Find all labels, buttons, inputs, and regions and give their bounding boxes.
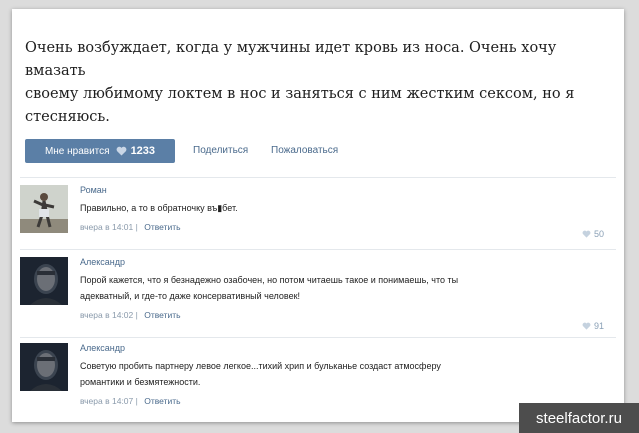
comment-meta: вчера в 14:02 | Ответить — [80, 310, 600, 321]
comment-text-line: адекватный, и где-то даже консервативный… — [80, 291, 301, 301]
heart-icon — [582, 230, 591, 238]
comment-item: Роман Правильно, а то в обратночку въ▮бе… — [20, 185, 616, 243]
comment-body: Александр Порой кажется, что я безнадежн… — [80, 257, 600, 321]
avatar[interactable] — [20, 343, 68, 391]
divider — [20, 249, 616, 250]
reply-link[interactable]: Ответить — [144, 222, 180, 232]
reply-link[interactable]: Ответить — [144, 310, 180, 320]
post-card: Очень возбуждает, когда у мужчины идет к… — [12, 9, 624, 422]
like-count: 1233 — [130, 145, 156, 157]
comment-text-line: Советую пробить партнеру левое легкое...… — [80, 361, 441, 371]
like-button[interactable]: Мне нравится 1233 — [25, 139, 175, 163]
post-actions: Мне нравится 1233 Поделиться Пожаловатьс… — [25, 139, 615, 163]
comment-author[interactable]: Александр — [80, 343, 600, 354]
comment-body: Александр Советую пробить партнеру левое… — [80, 343, 600, 407]
separator: | — [135, 222, 138, 232]
comment-author[interactable]: Роман — [80, 185, 600, 196]
comment-meta: вчера в 14:01 | Ответить — [80, 222, 600, 233]
post-text: Очень возбуждает, когда у мужчины идет к… — [25, 37, 615, 129]
reply-link[interactable]: Ответить — [144, 396, 180, 406]
post-text-line: стесняюсь. — [25, 109, 110, 125]
comment-like-count: 91 — [593, 321, 604, 331]
comment-time[interactable]: вчера в 14:07 — [80, 396, 133, 406]
share-link[interactable]: Поделиться — [193, 145, 248, 156]
report-link[interactable]: Пожаловаться — [271, 145, 338, 156]
comment-like-button[interactable]: 91 — [582, 321, 604, 331]
post-text-line: Очень возбуждает, когда у мужчины идет к… — [25, 40, 557, 79]
heart-icon — [582, 322, 591, 330]
comment-text-line: Порой кажется, что я безнадежно озабочен… — [80, 275, 459, 285]
divider — [20, 177, 616, 178]
comment-time[interactable]: вчера в 14:01 — [80, 222, 133, 232]
comment-text: Советую пробить партнеру левое легкое...… — [80, 358, 600, 390]
comment-like-button[interactable]: 50 — [582, 229, 604, 239]
comment-body: Роман Правильно, а то в обратночку въ▮бе… — [80, 185, 600, 233]
heart-icon — [116, 146, 127, 156]
comment-text-line: романтики и безмятежности. — [80, 377, 201, 387]
comment-author[interactable]: Александр — [80, 257, 600, 268]
comment-text: Правильно, а то в обратночку въ▮бет. — [80, 203, 238, 213]
comment-text: Порой кажется, что я безнадежно озабочен… — [80, 272, 600, 304]
comment-time[interactable]: вчера в 14:02 — [80, 310, 133, 320]
comment-item: Александр Порой кажется, что я безнадежн… — [20, 257, 616, 331]
like-label: Мне нравится — [44, 145, 110, 157]
avatar[interactable] — [20, 185, 68, 233]
comment-like-count: 50 — [593, 229, 604, 239]
separator: | — [135, 396, 138, 406]
separator: | — [135, 310, 138, 320]
post-text-line: своему любимому локтем в нос и заняться … — [25, 86, 575, 102]
avatar[interactable] — [20, 257, 68, 305]
divider — [20, 337, 616, 338]
watermark: steelfactor.ru — [519, 403, 639, 433]
